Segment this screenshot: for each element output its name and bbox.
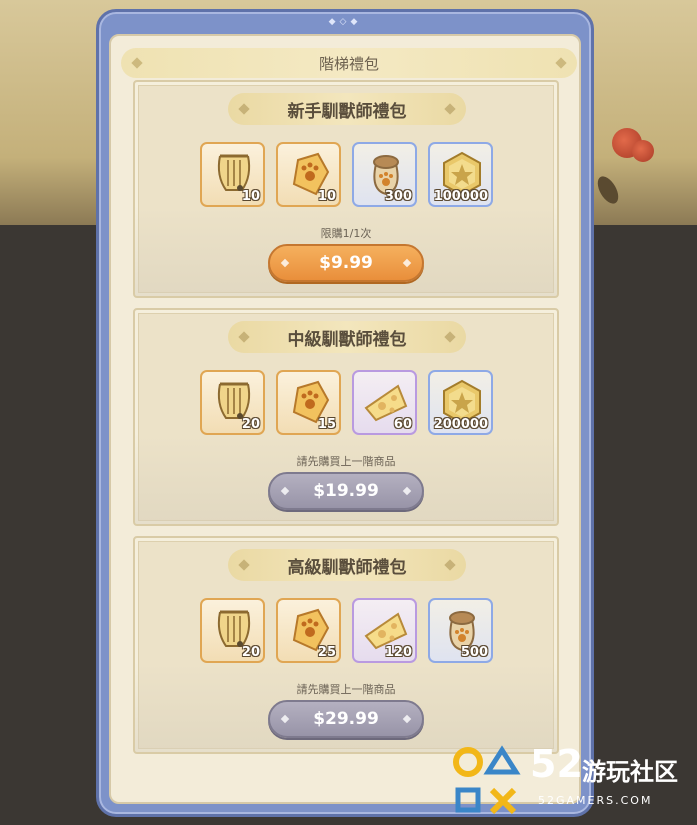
pack-title: 高級馴獸師禮包 bbox=[287, 557, 407, 578]
panel-title: 階梯禮包 bbox=[318, 54, 379, 73]
reward-item-slot[interactable]: 10 bbox=[276, 142, 341, 207]
watermark-site: 52GAMERS.COM bbox=[538, 794, 653, 807]
watermark-number: 52 bbox=[530, 742, 583, 786]
pack-title: 新手馴獸師禮包 bbox=[287, 101, 407, 122]
purchase-note: 請先購買上一階商品 bbox=[296, 455, 396, 468]
diamond-ornament-icon bbox=[444, 559, 456, 571]
price-label: $9.99 bbox=[319, 253, 373, 273]
purchase-note: 限購1/1次 bbox=[320, 227, 372, 240]
reward-item-slot[interactable]: 20 bbox=[200, 370, 265, 435]
gift-pack-card: 高級馴獸師禮包 20 25 120 500 請先購買上一階商品 $29.99 bbox=[133, 536, 559, 754]
item-quantity: 20 bbox=[241, 417, 260, 432]
playstation-symbols-icon bbox=[453, 745, 521, 815]
reward-items-row: 20 25 120 500 bbox=[200, 598, 493, 663]
sparkle-icon bbox=[402, 258, 412, 268]
buy-price-button[interactable]: $9.99 bbox=[268, 244, 424, 282]
sparkle-icon bbox=[280, 258, 290, 268]
diamond-ornament-icon bbox=[444, 103, 456, 115]
watermark-name: 游玩社区 bbox=[582, 758, 678, 786]
reward-item-slot[interactable]: 300 bbox=[352, 142, 417, 207]
site-watermark: 52 游玩社区 52GAMERS.COM bbox=[448, 742, 697, 822]
sparkle-icon bbox=[280, 714, 290, 724]
diamond-ornament-icon bbox=[555, 57, 567, 69]
reward-item-slot[interactable]: 25 bbox=[276, 598, 341, 663]
item-quantity: 120 bbox=[384, 645, 412, 660]
reward-item-slot[interactable]: 20 bbox=[200, 598, 265, 663]
pack-title-ribbon: 中級馴獸師禮包 bbox=[228, 321, 466, 353]
buy-price-button[interactable]: $19.99 bbox=[268, 472, 424, 510]
purchase-note: 請先購買上一階商品 bbox=[296, 683, 396, 696]
sparkle-icon bbox=[402, 714, 412, 724]
reward-items-row: 10 10 300 100000 bbox=[200, 142, 493, 207]
buy-price-button[interactable]: $29.99 bbox=[268, 700, 424, 738]
reward-item-slot[interactable]: 15 bbox=[276, 370, 341, 435]
ladder-gift-panel: ◆◇◆ 階梯禮包 新手馴獸師禮包 10 10 300 100000 限購1/1次 $9.99… bbox=[96, 9, 594, 817]
item-quantity: 100000 bbox=[433, 189, 488, 204]
item-quantity: 500 bbox=[460, 645, 488, 660]
reward-item-slot[interactable]: 100000 bbox=[428, 142, 493, 207]
pack-title-ribbon: 新手馴獸師禮包 bbox=[228, 93, 466, 125]
reward-item-slot[interactable]: 200000 bbox=[428, 370, 493, 435]
price-label: $19.99 bbox=[313, 481, 379, 501]
sparkle-icon bbox=[402, 486, 412, 496]
item-quantity: 15 bbox=[317, 417, 336, 432]
item-quantity: 10 bbox=[317, 189, 336, 204]
diamond-ornament-icon bbox=[444, 331, 456, 343]
diamond-ornament-icon bbox=[238, 103, 250, 115]
diamond-ornament-icon bbox=[238, 559, 250, 571]
reward-item-slot[interactable]: 60 bbox=[352, 370, 417, 435]
item-quantity: 300 bbox=[384, 189, 412, 204]
diamond-ornament-icon bbox=[131, 57, 143, 69]
price-label: $29.99 bbox=[313, 709, 379, 729]
reward-item-slot[interactable]: 120 bbox=[352, 598, 417, 663]
item-quantity: 25 bbox=[317, 645, 336, 660]
item-quantity: 200000 bbox=[433, 417, 488, 432]
panel-title-ribbon: 階梯禮包 bbox=[121, 48, 577, 78]
item-quantity: 10 bbox=[241, 189, 260, 204]
pack-title-ribbon: 高級馴獸師禮包 bbox=[228, 549, 466, 581]
flower-decoration bbox=[632, 140, 654, 162]
sparkle-icon bbox=[280, 486, 290, 496]
item-quantity: 60 bbox=[393, 417, 412, 432]
panel-body: 階梯禮包 新手馴獸師禮包 10 10 300 100000 限購1/1次 $9.99 中級馴獸… bbox=[109, 34, 581, 804]
reward-items-row: 20 15 60 200000 bbox=[200, 370, 493, 435]
pack-title: 中級馴獸師禮包 bbox=[287, 329, 407, 350]
frame-ornament: ◆◇◆ bbox=[328, 17, 362, 27]
gift-pack-card: 中級馴獸師禮包 20 15 60 200000 請先購買上一階商品 $19.99 bbox=[133, 308, 559, 526]
diamond-ornament-icon bbox=[238, 331, 250, 343]
gift-pack-card: 新手馴獸師禮包 10 10 300 100000 限購1/1次 $9.99 bbox=[133, 80, 559, 298]
reward-item-slot[interactable]: 500 bbox=[428, 598, 493, 663]
item-quantity: 20 bbox=[241, 645, 260, 660]
reward-item-slot[interactable]: 10 bbox=[200, 142, 265, 207]
